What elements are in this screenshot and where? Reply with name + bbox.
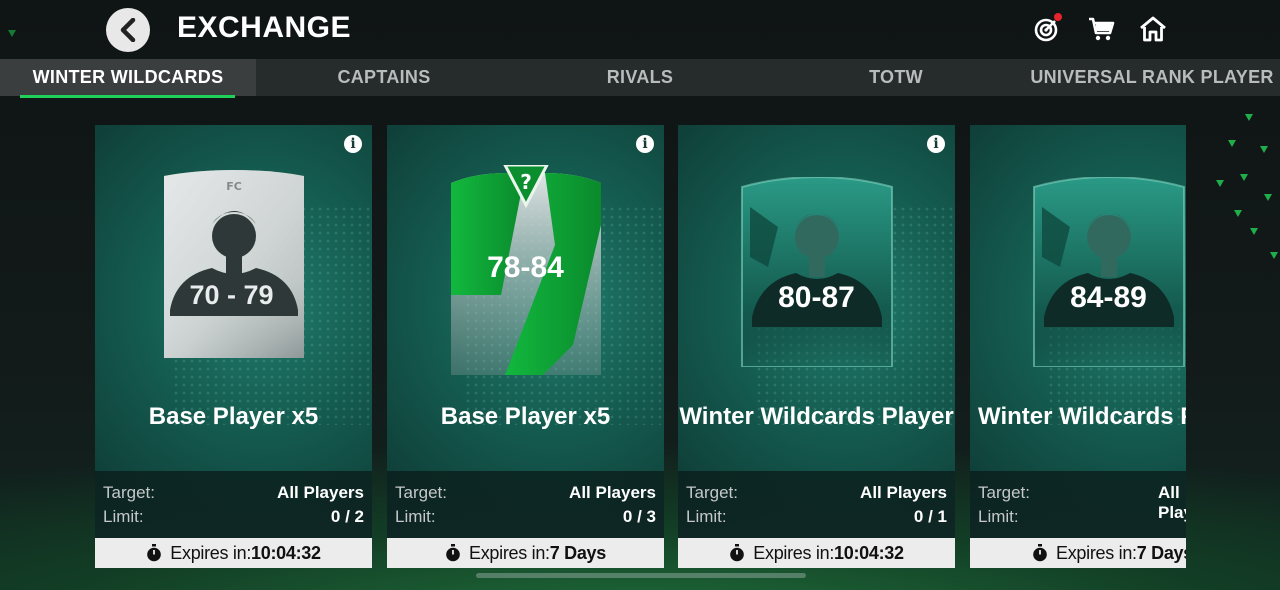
target-label: Target: [686, 483, 738, 502]
expires-value: 7 Days [1136, 543, 1186, 563]
expiry-bar: Expires in:10:04:32 [678, 538, 955, 568]
card-details: Target: All Players Limit: 0 / 2 [95, 471, 372, 538]
card-details: Target: All Players Limit: 0 / 1 [678, 471, 955, 538]
target-row: Target: All Players [103, 483, 364, 505]
target-value: All Players [277, 483, 364, 502]
limit-row: Limit: 0 / 1 [686, 507, 947, 529]
exchange-card[interactable]: i 80-87 Winter Wildcards Player Target: … [678, 125, 955, 568]
limit-label: Limit: [395, 507, 436, 526]
expires-value: 10:04:32 [251, 543, 321, 563]
expires-label: Expires in: [170, 543, 252, 563]
target-label: Target: [978, 483, 1030, 502]
card-title: Base Player x5 [148, 403, 319, 430]
background-decoration [1190, 100, 1280, 300]
target-value: All Players [569, 483, 656, 502]
rating-range: 70 - 79 [189, 280, 274, 310]
info-icon[interactable]: i [927, 135, 945, 153]
limit-value: 0 / 3 [622, 507, 656, 526]
card-details: Target: All Players Limit: [970, 471, 1186, 538]
expiry-bar: Expires in:7 Days [387, 538, 664, 568]
exchange-card[interactable]: i FC 70 - 79 Base Player x5 Target: All … [95, 125, 372, 568]
stopwatch-icon [730, 544, 745, 562]
rating-range: 84-89 [1070, 281, 1147, 314]
player-card-wildcard-icon [1033, 177, 1185, 367]
limit-row: Limit: 0 / 3 [395, 507, 656, 529]
limit-row: Limit: 0 / 2 [103, 507, 364, 529]
limit-value: 0 / 1 [913, 507, 947, 526]
expires-label: Expires in: [469, 543, 550, 563]
svg-text:?: ? [520, 170, 532, 194]
limit-row: Limit: [978, 507, 1186, 529]
info-icon[interactable]: i [344, 135, 362, 153]
target-row: Target: All Players [686, 483, 947, 505]
target-label: Target: [103, 483, 155, 502]
stopwatch-icon [1033, 544, 1047, 562]
stopwatch-icon [147, 544, 162, 562]
player-card-silver-icon: FC [164, 170, 304, 358]
target-value: All Players [860, 483, 947, 502]
rating-range: 78-84 [487, 251, 564, 284]
exchange-card[interactable]: i ? 78-84 Base Player x5 Target: All Pla… [387, 125, 664, 568]
card-details: Target: All Players Limit: 0 / 3 [387, 471, 664, 538]
limit-label: Limit: [978, 507, 1019, 526]
cards-scroll-area: i FC 70 - 79 Base Player x5 Target: All … [0, 0, 1186, 590]
card-title: Winter Wildcards Player [978, 403, 1186, 430]
target-row: Target: All Players [978, 483, 1186, 522]
card-title: Winter Wildcards Player [679, 403, 954, 430]
expires-label: Expires in: [753, 543, 835, 563]
stopwatch-icon [446, 544, 460, 562]
expiry-bar: Expires in:10:04:32 [95, 538, 372, 568]
card-title: Base Player x5 [440, 403, 611, 430]
expiry-bar: Expires in:7 Days [970, 538, 1186, 568]
rating-range: 80-87 [778, 281, 855, 314]
expires-label: Expires in: [1056, 543, 1137, 563]
limit-value: 0 / 2 [330, 507, 364, 526]
limit-label: Limit: [686, 507, 727, 526]
info-icon[interactable]: i [636, 135, 654, 153]
horizontal-scrollbar[interactable] [476, 573, 806, 578]
expires-value: 10:04:32 [834, 543, 904, 563]
svg-text:FC: FC [226, 180, 242, 193]
exchange-card[interactable]: i 84-89 Winter Wildcards Player Target: … [970, 125, 1186, 568]
expires-value: 7 Days [549, 543, 607, 563]
target-label: Target: [395, 483, 447, 502]
player-card-wildcard-icon [741, 177, 893, 367]
target-row: Target: All Players [395, 483, 656, 505]
limit-label: Limit: [103, 507, 144, 526]
